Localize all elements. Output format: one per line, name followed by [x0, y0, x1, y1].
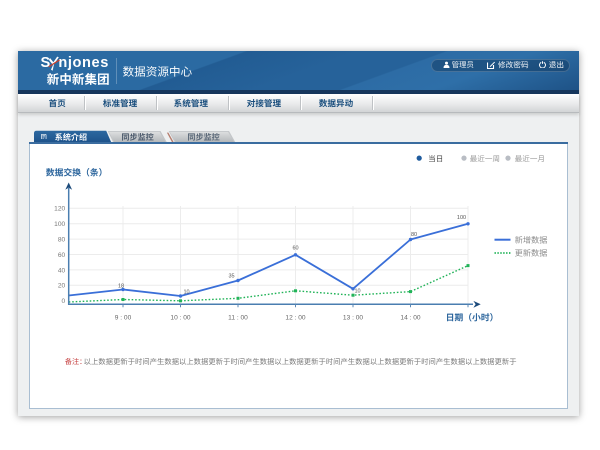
svg-text:60: 60 [58, 252, 66, 259]
svg-text:100: 100 [54, 221, 65, 228]
svg-text:18: 18 [118, 284, 124, 290]
svg-text:80: 80 [411, 232, 417, 238]
svg-text:10 : 00: 10 : 00 [170, 315, 190, 322]
svg-text:20: 20 [58, 283, 66, 290]
svg-text:9 : 00: 9 : 00 [115, 315, 132, 322]
svg-text:10: 10 [183, 290, 189, 296]
svg-text:35: 35 [228, 274, 234, 280]
svg-text:12 : 00: 12 : 00 [285, 315, 305, 322]
svg-text:0: 0 [62, 298, 66, 305]
svg-text:60: 60 [292, 246, 298, 252]
svg-text:40: 40 [58, 267, 66, 274]
svg-text:80: 80 [58, 237, 66, 244]
svg-text:14 : 00: 14 : 00 [400, 315, 420, 322]
svg-text:120: 120 [54, 206, 65, 213]
svg-text:11 : 00: 11 : 00 [228, 315, 248, 322]
svg-text:10: 10 [354, 289, 360, 295]
svg-text:100: 100 [457, 215, 466, 221]
svg-text:13 : 00: 13 : 00 [343, 315, 363, 322]
